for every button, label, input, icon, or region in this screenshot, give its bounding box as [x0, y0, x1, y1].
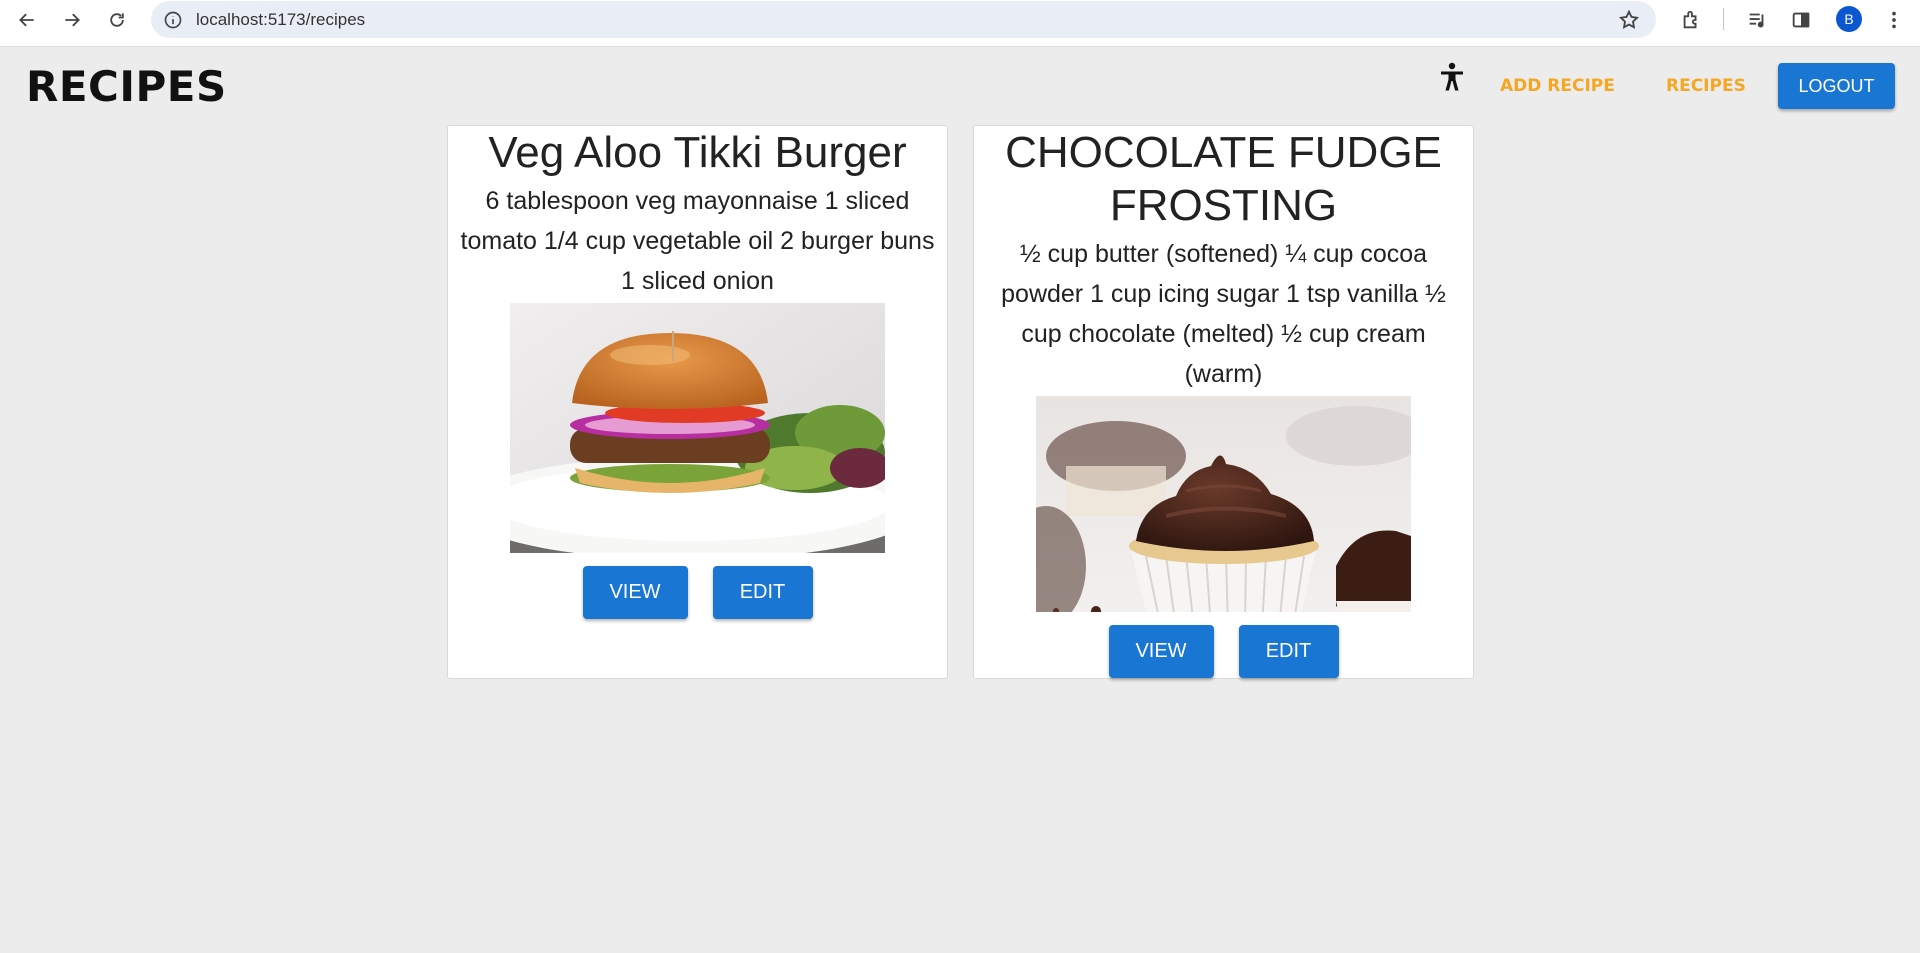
recipe-ingredients: 6 tablespoon veg mayonnaise 1 sliced tom… [460, 187, 935, 295]
media-queue-icon[interactable] [1743, 6, 1771, 34]
extensions-icon[interactable] [1677, 6, 1705, 34]
edit-button[interactable]: EDIT [1238, 625, 1339, 678]
logout-button[interactable]: LOGOUT [1778, 63, 1895, 109]
recipe-card: Veg Aloo Tikki Burger 6 tablespoon veg m… [447, 125, 948, 679]
url-text[interactable]: localhost:5173/recipes [196, 10, 365, 30]
recipe-card: CHOCOLATE FUDGE FROSTING ½ cup butter (s… [973, 125, 1474, 679]
address-bar[interactable]: localhost:5173/recipes [151, 1, 1656, 38]
reload-icon[interactable] [101, 4, 133, 36]
profile-avatar[interactable]: B [1836, 6, 1862, 32]
recipe-title: Veg Aloo Tikki Burger [488, 128, 907, 177]
back-icon[interactable] [11, 4, 43, 36]
nav-recipes-link[interactable]: RECIPES [1666, 76, 1746, 96]
browser-toolbar: localhost:5173/recipes B [0, 0, 1920, 47]
recipe-image-burger [510, 303, 885, 553]
bookmark-star-icon[interactable] [1618, 9, 1640, 31]
recipe-title: CHOCOLATE FUDGE FROSTING [1005, 128, 1442, 230]
recipe-image-cupcake [1036, 396, 1411, 612]
accessibility-icon[interactable] [1438, 62, 1466, 92]
app-title: RECIPES [26, 62, 227, 111]
nav-add-recipe-link[interactable]: ADD RECIPE [1500, 76, 1615, 96]
edit-button[interactable]: EDIT [712, 566, 813, 619]
side-panel-icon[interactable] [1787, 6, 1815, 34]
site-info-icon[interactable] [163, 10, 183, 30]
recipe-actions: VIEW EDIT [1108, 625, 1339, 678]
menu-kebab-icon[interactable] [1880, 6, 1908, 34]
forward-icon[interactable] [56, 4, 88, 36]
recipe-ingredients: ½ cup butter (softened) ¼ cup cocoa powd… [1001, 240, 1446, 388]
view-button[interactable]: VIEW [582, 566, 688, 619]
view-button[interactable]: VIEW [1108, 625, 1214, 678]
recipe-actions: VIEW EDIT [582, 566, 813, 619]
toolbar-separator [1723, 8, 1724, 30]
